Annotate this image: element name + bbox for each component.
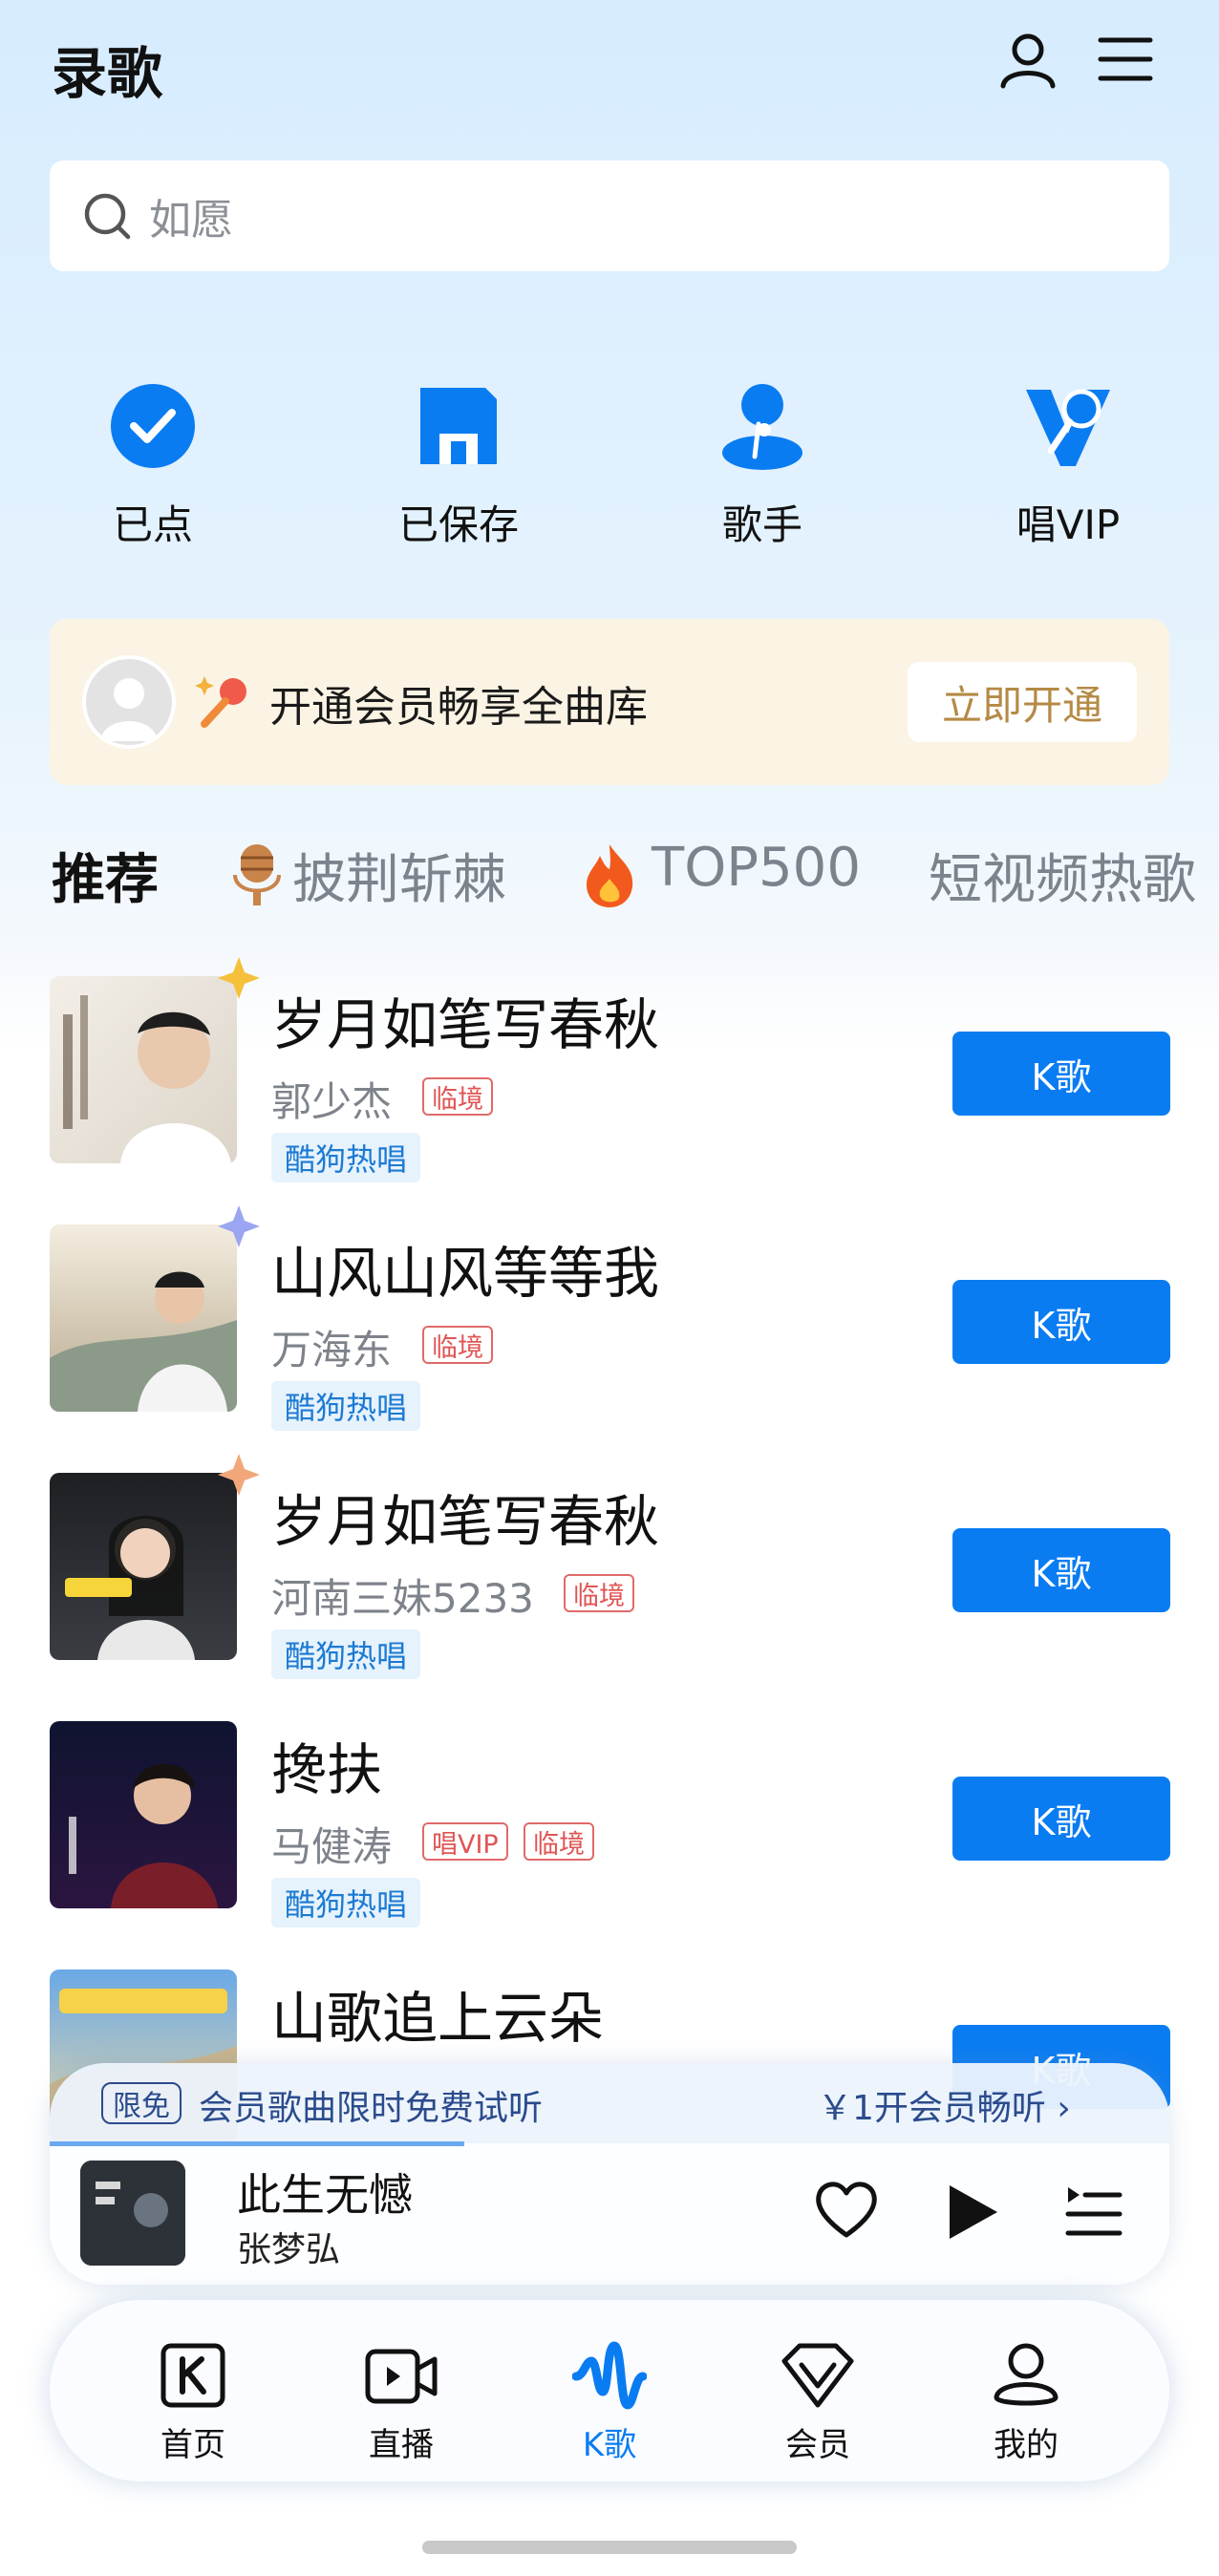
quick-action-label: 已保存 xyxy=(397,501,519,548)
hot-tag: 酷狗热唱 xyxy=(271,1133,421,1182)
save-icon xyxy=(420,388,497,464)
song-title: 岁月如笔写春秋 xyxy=(271,992,660,1057)
song-artist: 马健涛 xyxy=(271,1823,393,1870)
k-song-button[interactable]: K歌 xyxy=(952,1280,1170,1364)
search-input[interactable]: 如愿 xyxy=(149,185,233,246)
default-avatar-icon xyxy=(100,678,158,741)
song-artist: 郭少杰 xyxy=(271,1078,393,1125)
menu-icon[interactable] xyxy=(1095,29,1156,90)
quick-action-saved[interactable]: 已保存 xyxy=(344,380,573,551)
live-icon xyxy=(365,2349,438,2404)
playlist-icon[interactable] xyxy=(1064,2182,1123,2241)
nav-label: 我的 xyxy=(994,2426,1059,2464)
bottom-nav: 首页 直播 K歌 会员 我的 xyxy=(50,2300,1169,2481)
singer-icon xyxy=(722,384,802,470)
vip-banner-text: 开通会员畅享全曲库 xyxy=(269,683,648,732)
player-bar[interactable]: 此生无憾 张梦弘 xyxy=(50,2143,1169,2285)
promo-text: 会员歌曲限时免费试听 xyxy=(199,2089,544,2128)
page-title: 录歌 xyxy=(52,41,163,106)
song-artist: 万海东 xyxy=(271,1327,393,1373)
tag-immersive: 临境 xyxy=(564,1574,634,1612)
player-song-title: 此生无憾 xyxy=(237,2169,413,2221)
user-icon[interactable] xyxy=(997,29,1059,90)
profile-icon xyxy=(994,2343,1059,2406)
hot-tag: 酷狗热唱 xyxy=(271,1629,421,1679)
k-song-button[interactable]: K歌 xyxy=(952,1777,1170,1861)
vip-mic-icon xyxy=(1026,389,1110,466)
song-row[interactable]: 山风山风等等我 万海东 临境 酷狗热唱 K歌 xyxy=(0,1205,1219,1473)
song-title: 搀扶 xyxy=(271,1737,383,1802)
tag-immersive: 临境 xyxy=(422,1077,493,1116)
song-cover xyxy=(50,976,237,1163)
home-k-icon xyxy=(160,2343,225,2408)
home-indicator[interactable] xyxy=(422,2541,797,2554)
vip-open-button[interactable]: 立即开通 xyxy=(908,662,1137,742)
vip-banner[interactable]: 开通会员畅享全曲库 立即开通 xyxy=(50,619,1169,785)
tab-pijing[interactable]: 披荆斩棘 xyxy=(292,837,506,914)
hot-tag: 酷狗热唱 xyxy=(271,1381,421,1431)
song-row[interactable]: 岁月如笔写春秋 河南三妹5233 临境 酷狗热唱 K歌 xyxy=(0,1454,1219,1721)
cover-image xyxy=(65,1516,195,1660)
nav-label: 首页 xyxy=(160,2426,225,2464)
quick-action-sing-vip[interactable]: 唱VIP xyxy=(953,380,1183,551)
search-icon xyxy=(84,193,131,240)
song-cover xyxy=(50,1721,237,1908)
vip-diamond-icon xyxy=(781,2343,854,2408)
check-circle-icon xyxy=(111,384,195,468)
sparkle-icon xyxy=(218,1454,260,1496)
song-title: 岁月如笔写春秋 xyxy=(271,1489,660,1554)
play-icon[interactable] xyxy=(944,2182,1001,2243)
song-cover xyxy=(50,1224,237,1412)
nav-vip[interactable]: 会员 xyxy=(741,2338,894,2465)
tab-recommend[interactable]: 推荐 xyxy=(52,837,159,914)
tag-immersive: 临境 xyxy=(524,1822,594,1861)
nav-label: 会员 xyxy=(785,2426,850,2464)
song-row[interactable]: 岁月如笔写春秋 郭少杰 临境 酷狗热唱 K歌 xyxy=(0,957,1219,1224)
promo-link[interactable]: ￥1开会员畅听 › xyxy=(818,2080,1071,2130)
sparkle-icon xyxy=(218,1205,260,1247)
sparkle-icon xyxy=(218,957,260,999)
song-title: 山歌追上云朵 xyxy=(271,1986,605,2051)
nav-live[interactable]: 直播 xyxy=(325,2338,478,2465)
mini-player[interactable]: 限免 会员歌曲限时免费试听 ￥1开会员畅听 › 此生无憾 张梦弘 xyxy=(50,2063,1169,2285)
nav-home[interactable]: 首页 xyxy=(117,2338,269,2465)
nav-ksong[interactable]: K歌 xyxy=(533,2338,686,2465)
song-artist: 河南三妹5233 xyxy=(271,1575,534,1622)
cover-image xyxy=(69,1763,218,1908)
playback-progress[interactable] xyxy=(50,2141,464,2146)
nav-label: K歌 xyxy=(582,2426,637,2464)
microphone-icon xyxy=(233,844,281,905)
cover-image xyxy=(50,1271,237,1412)
tag-sing-vip: 唱VIP xyxy=(422,1822,508,1861)
nav-label: 直播 xyxy=(369,2426,434,2464)
quick-action-label: 唱VIP xyxy=(1016,501,1121,548)
cover-image xyxy=(63,995,231,1163)
search-bar[interactable]: 如愿 xyxy=(50,160,1169,271)
tab-top500[interactable]: TOP500 xyxy=(652,837,861,899)
cover-image xyxy=(80,2161,185,2266)
nav-mine[interactable]: 我的 xyxy=(950,2338,1102,2465)
quick-action-label: 歌手 xyxy=(721,501,802,548)
player-cover[interactable] xyxy=(80,2161,185,2266)
song-cover xyxy=(50,1473,237,1660)
fire-icon xyxy=(587,844,633,907)
song-title: 山风山风等等我 xyxy=(271,1241,660,1306)
microphone-sparkle-icon xyxy=(195,676,246,728)
promo-badge: 限免 xyxy=(101,2082,182,2124)
quick-action-ordered[interactable]: 已点 xyxy=(38,380,267,551)
quick-action-label: 已点 xyxy=(112,501,193,548)
hot-tag: 酷狗热唱 xyxy=(271,1878,421,1927)
tag-immersive: 临境 xyxy=(422,1326,493,1364)
tab-short-video-hits[interactable]: 短视频热歌 xyxy=(929,837,1196,914)
avatar xyxy=(82,655,176,749)
player-artist: 张梦弘 xyxy=(237,2230,341,2269)
heart-icon[interactable] xyxy=(812,2178,881,2241)
k-song-button[interactable]: K歌 xyxy=(952,1528,1170,1612)
k-song-button[interactable]: K歌 xyxy=(952,1032,1170,1116)
song-row[interactable]: 搀扶 马健涛 唱VIP 临境 酷狗热唱 K歌 xyxy=(0,1721,1219,1969)
wave-icon xyxy=(572,2341,647,2410)
quick-action-singers[interactable]: 歌手 xyxy=(648,380,877,551)
